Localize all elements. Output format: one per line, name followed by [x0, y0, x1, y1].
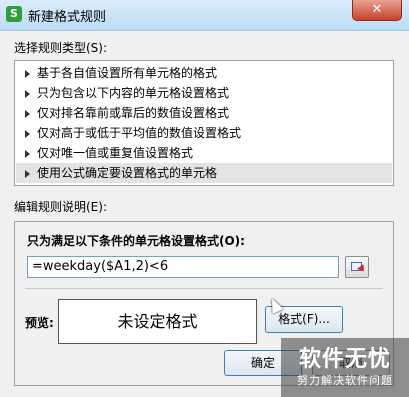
rule-type-label: 选择规则类型(S): [14, 41, 108, 55]
triangle-bullet-icon [25, 149, 30, 158]
rule-type-item[interactable]: 仅对排名靠前或靠后的数值设置格式 [16, 103, 392, 123]
format-preview: 未设定格式 [58, 299, 257, 344]
rule-type-item-label: 仅对高于或低于平均值的数值设置格式 [37, 126, 242, 140]
formula-input[interactable]: =weekday($A1,2)<6 [27, 256, 339, 278]
dialog-title: 新建格式规则 [28, 10, 107, 25]
rule-type-item[interactable]: 仅对唯一值或重复值设置格式 [16, 143, 392, 163]
triangle-bullet-icon [25, 69, 30, 78]
formula-label: 只为满足以下条件的单元格设置格式(O): [27, 234, 245, 248]
watermark-logo: 软件无忧 努力解决软件问题 [281, 338, 409, 397]
rule-type-item-label: 基于各自值设置所有单元格的格式 [37, 66, 218, 80]
close-button[interactable]: ✕ [352, 0, 402, 21]
title-bar[interactable]: S 新建格式规则 ✕ [0, 0, 409, 31]
rule-type-list[interactable]: 基于各自值设置所有单元格的格式 只为包含以下内容的单元格设置格式 仅对排名靠前或… [14, 60, 394, 186]
rule-type-item[interactable]: 基于各自值设置所有单元格的格式 [16, 63, 392, 83]
rule-type-item-label: 仅对唯一值或重复值设置格式 [37, 146, 194, 160]
range-select-button[interactable] [345, 256, 369, 278]
rule-type-item-selected[interactable]: 使用公式确定要设置格式的单元格 [16, 163, 392, 183]
new-format-rule-dialog: S 新建格式规则 ✕ 选择规则类型(S): 基于各自值设置所有单元格的格式 只为… [0, 0, 409, 397]
rule-description-label: 编辑规则说明(E): [14, 200, 107, 214]
rule-type-item-label: 使用公式确定要设置格式的单元格 [37, 166, 218, 180]
rule-type-item[interactable]: 仅对高于或低于平均值的数值设置格式 [16, 123, 392, 143]
rule-type-item-label: 只为包含以下内容的单元格设置格式 [37, 86, 230, 100]
divider [25, 288, 383, 289]
rule-type-item-label: 仅对排名靠前或靠后的数值设置格式 [37, 106, 230, 120]
watermark-subtitle: 努力解决软件问题 [297, 374, 393, 387]
app-logo-icon: S [6, 6, 22, 22]
preview-label: 预览: [25, 316, 54, 330]
triangle-bullet-icon [25, 129, 30, 138]
triangle-bullet-icon [25, 109, 30, 118]
watermark-title: 软件无忧 [298, 347, 391, 372]
triangle-bullet-icon [25, 169, 30, 178]
triangle-bullet-icon [25, 89, 30, 98]
rule-type-item[interactable]: 只为包含以下内容的单元格设置格式 [16, 83, 392, 103]
